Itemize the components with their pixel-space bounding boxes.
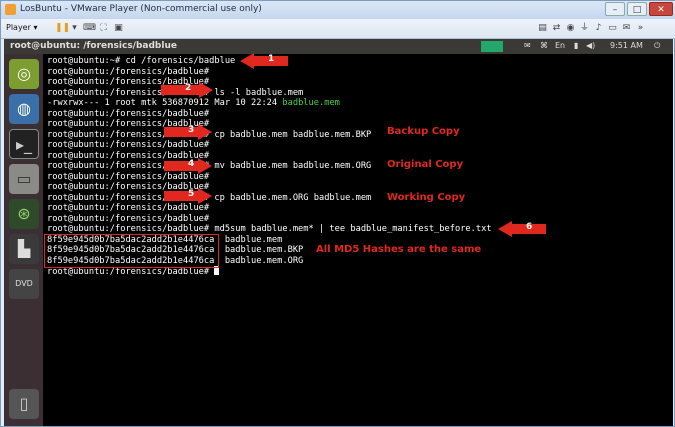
original-copy-label: Original Copy <box>387 159 464 170</box>
network-icon[interactable]: ⇄ <box>551 23 562 34</box>
ubuntu-top-panel: root@ubuntu: /forensics/badblue ✉ ⌘ En ▮… <box>4 39 673 54</box>
power-icon[interactable]: ⏻ <box>654 41 660 51</box>
arrow-number: 1 <box>268 54 275 64</box>
close-button[interactable]: ✕ <box>649 2 673 16</box>
minimize-button[interactable]: – <box>605 2 625 16</box>
more-icon[interactable]: » <box>635 23 646 34</box>
battery-icon[interactable]: ▮ <box>574 41 578 50</box>
player-toolbar: Player ▾ ❚❚ ▾ ⌨ ⛶ ▣ ▤ ⇄ ◉ ⏚ ♪ ▭ ✉ » <box>1 19 675 39</box>
annotation-arrow-4: 4 <box>164 158 212 174</box>
annotation-arrow-6: 6 <box>498 221 546 237</box>
files-icon[interactable]: ▭ <box>9 164 39 194</box>
volume-icon[interactable]: ◀) <box>586 41 595 50</box>
chromium-icon[interactable]: ◍ <box>9 94 39 124</box>
keyboard-layout[interactable]: En <box>555 41 565 50</box>
terminal-line: root@ubuntu:~# cd /forensics/badblue <box>47 56 236 66</box>
annotation-arrow-2: 2 <box>161 82 213 98</box>
working-copy-label: Working Copy <box>387 192 466 203</box>
ls-output-text: -rwxrwx--- 1 root mtk 536870912 Mar 10 2… <box>47 98 283 108</box>
maximize-button[interactable]: □ <box>627 2 647 16</box>
fullscreen-icon[interactable]: ⛶ <box>98 23 109 34</box>
bluetooth-icon[interactable]: ⌘ <box>540 41 548 50</box>
network-indicator[interactable] <box>481 41 503 52</box>
sound-icon[interactable]: ♪ <box>593 23 604 34</box>
clock[interactable]: 9:51 AM <box>610 41 643 50</box>
cdrom-icon[interactable]: ◉ <box>565 23 576 34</box>
trash-icon[interactable]: ▯ <box>9 389 39 419</box>
window-title: LosBuntu - VMware Player (Non-commercial… <box>20 4 262 14</box>
vm-screen[interactable]: root@ubuntu: /forensics/badblue ✉ ⌘ En ▮… <box>4 39 673 426</box>
terminal-icon[interactable]: ▸_ <box>9 129 39 159</box>
terminal-line: root@ubuntu:/forensics/badblue# <box>47 66 210 77</box>
message-icon[interactable]: ✉ <box>621 23 632 34</box>
dash-home-icon[interactable]: ◎ <box>9 59 39 89</box>
display-icon[interactable]: ▭ <box>607 23 618 34</box>
vmware-app-icon <box>5 4 16 15</box>
annotation-arrow-1: 1 <box>240 53 288 69</box>
pause-icon[interactable]: ❚❚ <box>55 23 70 34</box>
autopsy-icon[interactable]: ⊛ <box>9 199 39 229</box>
terminal-line: root@ubuntu:/forensics/badblue# md5sum b… <box>47 224 492 234</box>
unity-icon[interactable]: ▣ <box>113 23 124 34</box>
arrow-number: 6 <box>526 222 533 232</box>
vmware-window: LosBuntu - VMware Player (Non-commercial… <box>0 0 675 427</box>
send-keys-icon[interactable]: ⌨ <box>83 23 96 34</box>
terminal-window-title: root@ubuntu: /forensics/badblue <box>10 41 177 51</box>
dropdown-icon[interactable]: ▾ <box>69 23 80 34</box>
terminal-line: root@ubuntu:/forensics/badblue# <box>47 203 210 213</box>
ls-output-filename: badblue.mem <box>282 98 340 108</box>
floppy-icon[interactable]: ▙ <box>9 234 39 264</box>
dvd-icon[interactable]: DVD <box>9 269 39 299</box>
backup-copy-label: Backup Copy <box>387 126 460 137</box>
terminal-line: root@ubuntu:/forensics/badblue# <box>47 108 210 119</box>
printer-icon[interactable]: ▤ <box>537 23 548 34</box>
annotation-arrow-3: 3 <box>164 124 212 140</box>
hashes-same-label: All MD5 Hashes are the same <box>316 244 482 255</box>
usb-icon[interactable]: ⏚ <box>579 23 590 34</box>
envelope-icon[interactable]: ✉ <box>524 41 531 50</box>
arrow-number: 5 <box>188 189 195 199</box>
arrow-number: 2 <box>185 83 192 93</box>
player-menu[interactable]: Player ▾ <box>6 23 37 32</box>
terminal-line: root@ubuntu:/forensics/badblue# <box>47 140 210 150</box>
unity-launcher: ◎ ◍ ▸_ ▭ ⊛ ▙ DVD ▯ <box>4 54 43 426</box>
hash-highlight-box <box>44 234 219 268</box>
arrow-number: 4 <box>188 159 195 169</box>
annotation-arrow-5: 5 <box>164 188 212 204</box>
terminal-line: -rwxrwx--- 1 root mtk 536870912 Mar 10 2… <box>47 98 340 108</box>
arrow-number: 3 <box>188 125 195 135</box>
terminal-line: root@ubuntu:/forensics/badblue# <box>47 213 210 224</box>
prompt-text: root@ubuntu:/forensics/badblue# <box>47 267 215 277</box>
window-titlebar[interactable]: LosBuntu - VMware Player (Non-commercial… <box>1 1 675 19</box>
